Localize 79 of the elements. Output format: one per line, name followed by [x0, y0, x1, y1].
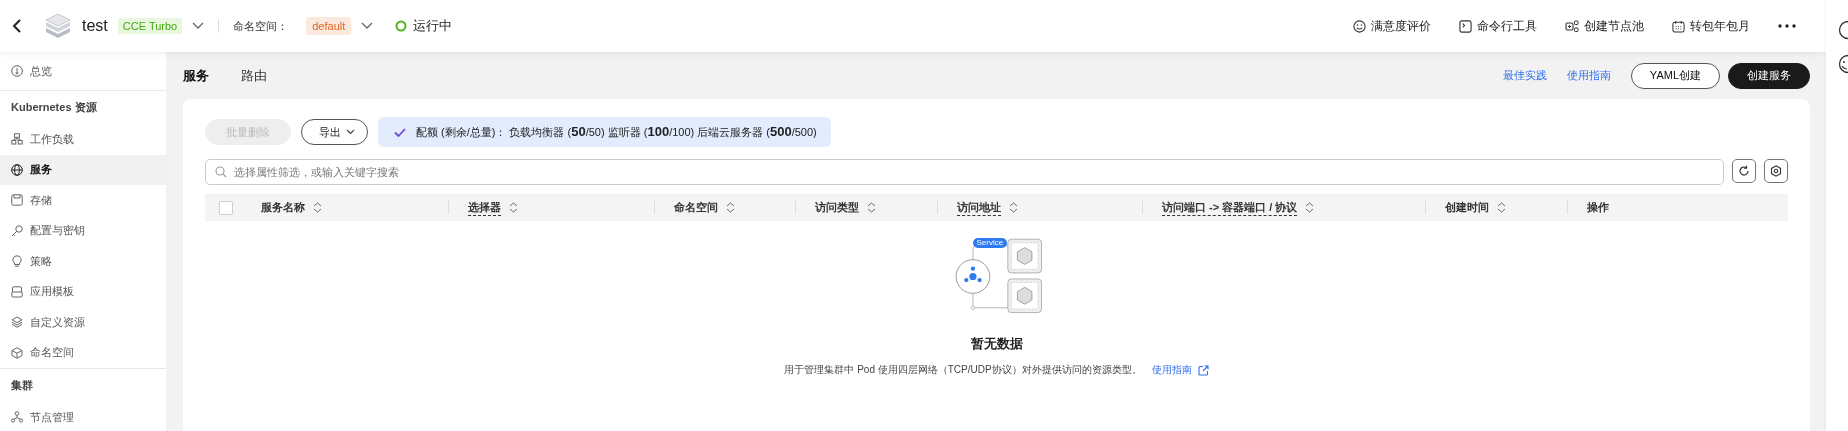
back-icon[interactable]	[12, 18, 22, 34]
sidebar-item[interactable]: 工作负载	[0, 124, 166, 155]
more-icon[interactable]	[1778, 24, 1796, 28]
external-link-icon[interactable]	[1197, 364, 1209, 376]
node-group-icon	[1565, 19, 1579, 33]
link[interactable]: 使用指南	[1566, 68, 1611, 83]
empty-description: 用于管理集群中 Pod 使用四层网络（TCP/UDP协议）对外提供访问的资源类型。	[784, 363, 1142, 377]
export-button[interactable]: 导出	[301, 119, 368, 145]
smiley-icon	[1353, 19, 1366, 33]
refresh-icon	[1738, 165, 1750, 177]
bulb-icon	[11, 255, 23, 268]
sidebar-item[interactable]: 存储	[0, 185, 166, 216]
cluster-stack-icon	[44, 14, 72, 38]
sidebar-item[interactable]: 配置与密钥	[0, 215, 166, 246]
sort-icon[interactable]	[313, 202, 322, 213]
globe-icon	[11, 163, 23, 176]
search-field[interactable]: 选择属性筛选，或输入关键字搜索	[205, 159, 1724, 185]
refresh-button[interactable]	[1732, 159, 1756, 183]
column-header: 选择器	[468, 199, 501, 216]
layers-icon	[11, 316, 23, 329]
column-header: 访问类型	[815, 200, 859, 215]
quota-text: 配额 (剩余/总量)： 负载均衡器 (50/50) 监听器 (100/100) 后端云服务器 (500/500)	[416, 124, 817, 140]
service-label: Service	[972, 238, 1008, 248]
button[interactable]: 创建服务	[1728, 62, 1810, 89]
tab[interactable]: 服务	[183, 66, 209, 85]
link[interactable]: 最佳实践	[1502, 68, 1547, 83]
sidebar-item[interactable]: 自定义资源	[0, 307, 166, 338]
sidebar-section-title: 集群	[0, 368, 166, 402]
caret-icon	[346, 129, 355, 135]
search-icon	[215, 166, 227, 178]
caret-icon[interactable]	[192, 22, 205, 30]
sidebar-item[interactable]: 策略	[0, 246, 166, 277]
header-action[interactable]: 命令行工具	[1459, 17, 1537, 35]
column-header: 命名空间	[674, 200, 718, 215]
gauge-icon	[11, 65, 23, 77]
settings-button[interactable]	[1764, 159, 1788, 183]
tray-icon	[11, 285, 23, 298]
sidebar-item[interactable]: 服务	[0, 154, 166, 185]
cube-icon	[11, 346, 23, 359]
header-action[interactable]: 满意度评价	[1353, 17, 1431, 35]
floppy-icon	[11, 194, 23, 207]
sort-icon[interactable]	[726, 202, 735, 213]
guide-link[interactable]: 使用指南	[1151, 363, 1192, 377]
settings-icon	[1770, 165, 1782, 177]
sort-icon[interactable]	[1305, 202, 1315, 213]
column-header: 创建时间	[1445, 200, 1489, 215]
sidebar-item[interactable]: 节点管理	[0, 402, 166, 431]
sidebar-item[interactable]: 应用模板	[0, 276, 166, 307]
column-header: 访问端口 -> 容器端口 / 协议	[1162, 199, 1298, 216]
help-icon[interactable]	[1838, 20, 1848, 40]
sort-icon[interactable]	[1009, 202, 1018, 213]
cluster-status: 运行中	[413, 17, 453, 35]
cluster-type-badge: CCE Turbo	[117, 18, 183, 34]
key-icon	[11, 224, 23, 237]
column-header: 服务名称	[261, 200, 305, 215]
terminal-icon	[1459, 19, 1472, 33]
select-all-checkbox[interactable]	[219, 200, 233, 215]
network-icon	[11, 411, 23, 424]
sort-icon[interactable]	[1497, 202, 1506, 213]
sort-icon[interactable]	[867, 202, 876, 213]
check-icon	[394, 127, 406, 137]
sidebar-item[interactable]: 命名空间	[0, 337, 166, 368]
sort-icon[interactable]	[509, 202, 518, 213]
empty-title: 暂无数据	[970, 335, 1023, 353]
button[interactable]: YAML创建	[1630, 62, 1720, 89]
smiley-icon[interactable]	[1838, 54, 1848, 74]
header-action[interactable]: 创建节点池	[1565, 17, 1644, 35]
status-ring-icon	[395, 20, 408, 32]
tab[interactable]: 路由	[241, 66, 267, 85]
column-header: 操作	[1587, 200, 1609, 215]
namespace-label: 命名空间：	[233, 18, 289, 34]
column-header: 访问地址	[957, 199, 1001, 216]
hierarchy-icon	[11, 133, 23, 146]
sidebar-section-title: Kubernetes 资源	[0, 90, 166, 124]
cluster-name: test	[82, 17, 108, 35]
calendar-icon	[1672, 19, 1685, 33]
header-action[interactable]: 转包年包月	[1672, 17, 1750, 35]
caret-icon[interactable]	[361, 22, 374, 30]
sidebar-item[interactable]: 总览	[0, 52, 166, 90]
